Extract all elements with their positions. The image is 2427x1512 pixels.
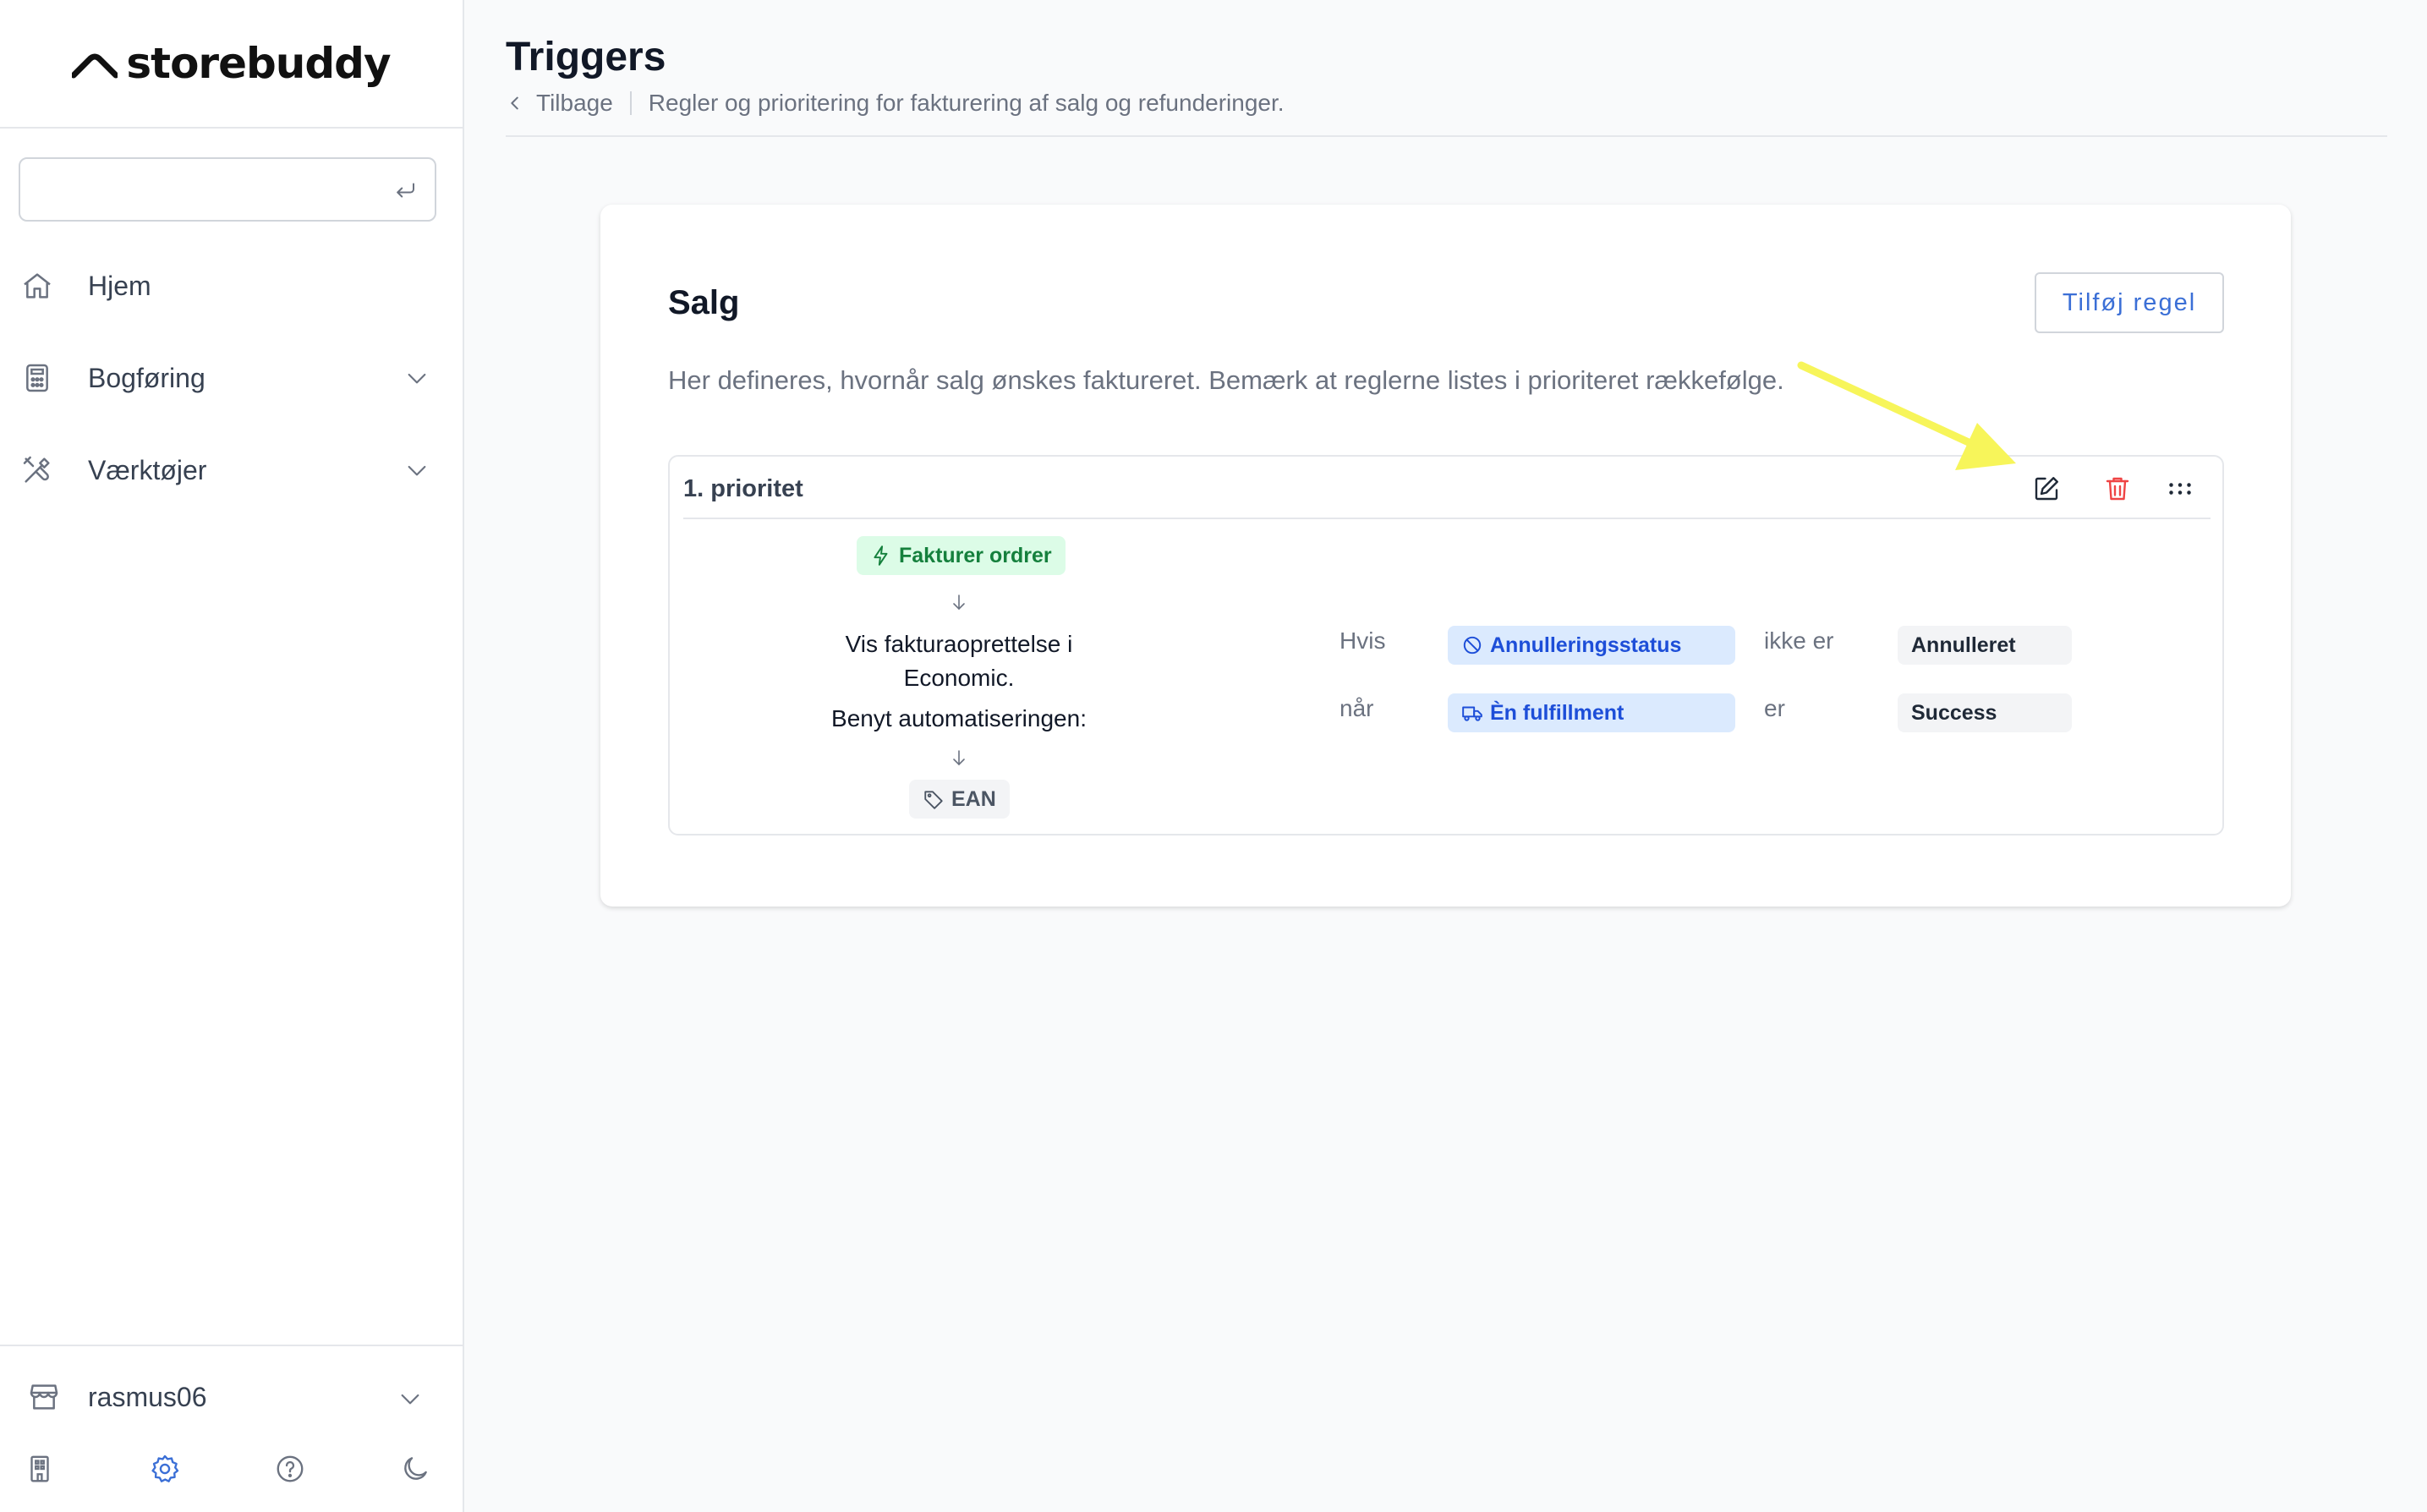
search-input[interactable] bbox=[20, 159, 435, 220]
condition-connector: når bbox=[1340, 695, 1374, 721]
calculator-icon bbox=[26, 364, 48, 392]
brand-name: storebuddy bbox=[126, 39, 391, 88]
sidebar-item-hjem[interactable]: Hjem bbox=[0, 252, 464, 320]
ban-icon bbox=[1463, 636, 1482, 655]
truck-icon bbox=[1462, 706, 1482, 721]
storebuddy-logo-icon bbox=[72, 53, 118, 79]
tools-icon bbox=[23, 456, 50, 483]
chevron-down-icon[interactable] bbox=[397, 1385, 424, 1412]
back-link[interactable]: Tilbage bbox=[506, 90, 613, 117]
account-name: rasmus06 bbox=[88, 1382, 207, 1412]
help-icon[interactable] bbox=[274, 1453, 306, 1485]
sidebar-item-vaerktojer[interactable]: Værktøjer bbox=[0, 436, 464, 504]
page-subtitle: Regler og prioritering for fakturering a… bbox=[648, 90, 1285, 116]
condition-connector: Hvis bbox=[1340, 627, 1386, 654]
trigger-label: Fakturer ordrer bbox=[899, 543, 1052, 567]
condition-value-chip: Annulleret bbox=[1898, 626, 2072, 665]
condition-field: Èn fulfillment bbox=[1490, 700, 1624, 725]
search-box bbox=[19, 157, 436, 222]
page-title: Triggers bbox=[506, 35, 666, 79]
arrow-down-icon bbox=[953, 750, 965, 766]
sales-card: Salg Tilføj regel Her defineres, hvornår… bbox=[600, 205, 2291, 907]
condition-value: Success bbox=[1911, 700, 1997, 725]
header-divider bbox=[506, 135, 2387, 137]
bolt-icon bbox=[874, 545, 888, 566]
action-line: Vis fakturaoprettelse i bbox=[845, 631, 1073, 657]
chevron-down-icon[interactable] bbox=[403, 364, 430, 392]
add-rule-button[interactable]: Tilføj regel bbox=[2035, 272, 2224, 333]
automation-chip: EAN bbox=[909, 780, 1010, 819]
trash-icon[interactable] bbox=[2102, 474, 2133, 504]
back-label: Tilbage bbox=[536, 90, 613, 116]
rule-header: 1. prioritet bbox=[683, 457, 2211, 519]
drag-handle-icon[interactable] bbox=[2165, 474, 2195, 504]
arrow-down-icon bbox=[953, 594, 965, 611]
sidebar-footer: rasmus06 bbox=[0, 1345, 464, 1512]
card-title: Salg bbox=[668, 284, 740, 321]
tag-icon bbox=[924, 791, 943, 809]
store-icon bbox=[30, 1384, 58, 1410]
automation-label: Benyt automatiseringen: bbox=[831, 705, 1087, 731]
condition-field: Annulleringsstatus bbox=[1490, 633, 1682, 657]
automation-value: EAN bbox=[951, 786, 996, 811]
sidebar-item-label: Værktøjer bbox=[88, 454, 207, 485]
condition-value-chip: Success bbox=[1898, 693, 2072, 732]
trigger-chip: Fakturer ordrer bbox=[857, 536, 1066, 575]
chevron-down-icon[interactable] bbox=[403, 457, 430, 484]
gear-icon[interactable] bbox=[149, 1453, 181, 1485]
condition-value: Annulleret bbox=[1911, 633, 2016, 657]
building-icon[interactable] bbox=[24, 1453, 56, 1485]
rule-priority-title: 1. prioritet bbox=[683, 475, 803, 502]
action-line: Economic. bbox=[903, 665, 1015, 691]
account-switcher[interactable]: rasmus06 bbox=[0, 1363, 464, 1431]
sidebar-item-bogforing[interactable]: Bogføring bbox=[0, 344, 464, 412]
condition-operator: er bbox=[1764, 695, 1785, 721]
home-icon bbox=[24, 273, 51, 299]
enter-icon bbox=[397, 183, 414, 198]
footer-toolbar bbox=[0, 1443, 464, 1497]
condition-field-chip: Annulleringsstatus bbox=[1448, 626, 1735, 665]
brand-logo[interactable]: storebuddy bbox=[0, 0, 463, 129]
action-description: Vis fakturaoprettelse i Economic. bbox=[790, 627, 1128, 695]
edit-icon[interactable] bbox=[2031, 474, 2062, 504]
sidebar-item-label: Bogføring bbox=[88, 362, 205, 393]
breadcrumb-divider bbox=[629, 91, 632, 115]
breadcrumb: Tilbage Regler og prioritering for faktu… bbox=[506, 90, 1285, 117]
condition-field-chip: Èn fulfillment bbox=[1448, 693, 1735, 732]
card-description: Her defineres, hvornår salg ønskes faktu… bbox=[668, 365, 1784, 395]
condition-operator: ikke er bbox=[1764, 627, 1834, 654]
rule-item: 1. prioritet Fakturer ordrer Vis faktura… bbox=[668, 455, 2224, 835]
sidebar-item-label: Hjem bbox=[88, 270, 151, 301]
moon-icon[interactable] bbox=[399, 1453, 431, 1485]
chevron-left-icon bbox=[511, 96, 518, 110]
sidebar: storebuddy Hjem Bogføring Værktøjer rasm… bbox=[0, 0, 464, 1512]
